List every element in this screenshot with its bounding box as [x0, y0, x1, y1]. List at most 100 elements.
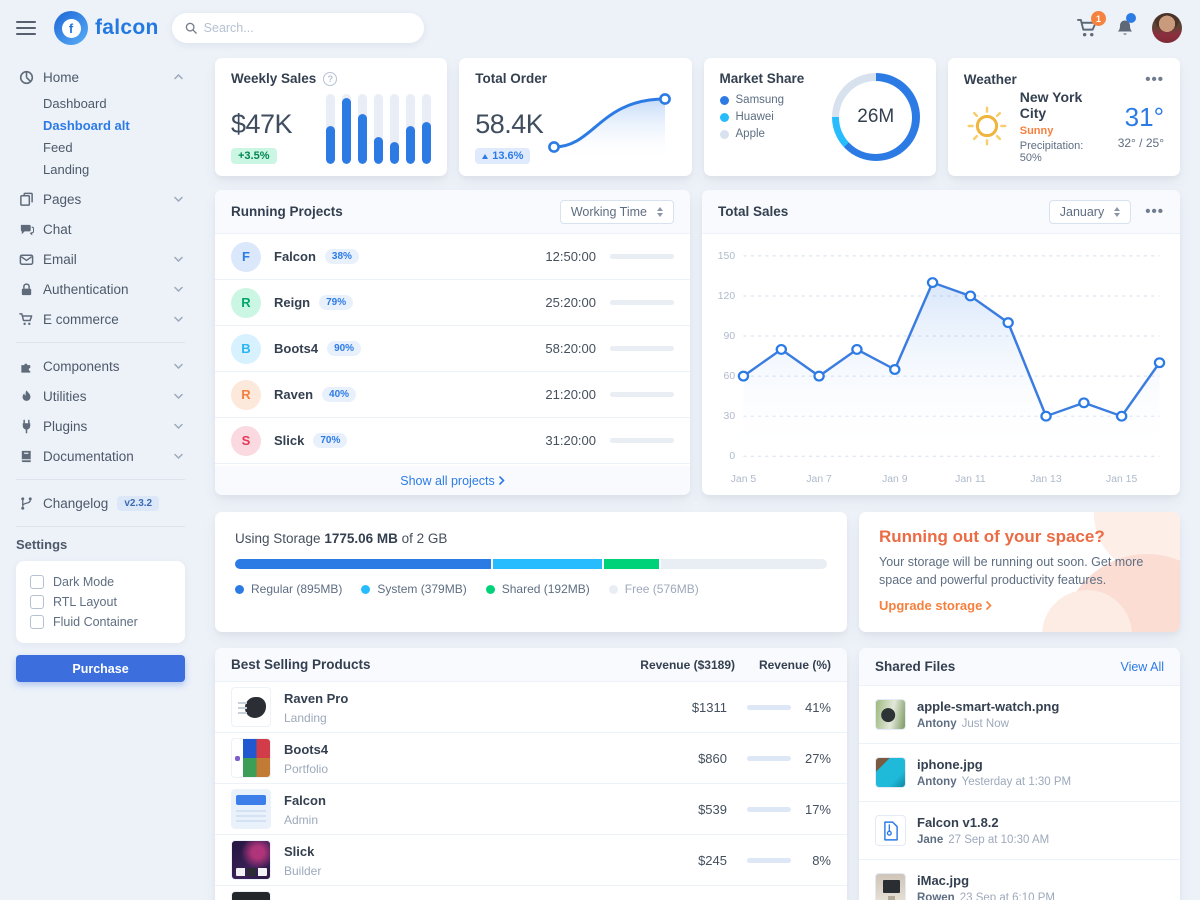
- storage-card: Using Storage 1775.06 MB of 2 GB Regular…: [215, 512, 847, 632]
- project-name[interactable]: Boots4: [274, 341, 318, 356]
- puzzle-icon: [18, 358, 34, 374]
- product-revenue: $860: [649, 751, 727, 766]
- settings-card: Dark Mode RTL Layout Fluid Container: [16, 561, 185, 643]
- ellipsis-menu-icon[interactable]: [1145, 71, 1164, 88]
- product-name[interactable]: Falcon: [284, 793, 326, 808]
- dark-mode-checkbox[interactable]: [30, 575, 44, 589]
- fluid-container-checkbox[interactable]: [30, 615, 44, 629]
- hamburger-menu-icon[interactable]: [16, 21, 36, 35]
- sidebar-item-landing[interactable]: Landing: [43, 158, 185, 180]
- code-branch-icon: [18, 495, 34, 511]
- legend-item-shared: Shared (192MB): [486, 582, 590, 596]
- weather-city: New York City: [1020, 89, 1108, 121]
- sidebar: Home Dashboard Dashboard alt Feed Landin…: [0, 56, 199, 900]
- project-time: 58:20:00: [545, 341, 596, 356]
- project-row-raven: R Raven 40% 21:20:00: [215, 372, 690, 418]
- search-input[interactable]: [204, 21, 411, 35]
- file-name[interactable]: Falcon v1.8.2: [917, 815, 1049, 830]
- file-name[interactable]: iphone.jpg: [917, 757, 1071, 772]
- sidebar-divider: [16, 526, 185, 527]
- rtl-layout-checkbox[interactable]: [30, 595, 44, 609]
- ellipsis-menu-icon[interactable]: [1145, 203, 1164, 220]
- storage-used: 1775.06 MB: [324, 531, 398, 546]
- file-user: Rowen: [917, 892, 955, 900]
- weekly-sales-value: $47K: [231, 109, 292, 140]
- user-avatar[interactable]: [1152, 13, 1182, 43]
- project-name[interactable]: Reign: [274, 295, 310, 310]
- file-name[interactable]: apple-smart-watch.png: [917, 699, 1059, 714]
- sidebar-item-plugins[interactable]: Plugins: [16, 411, 185, 441]
- weather-condition: Sunny: [1020, 125, 1108, 137]
- cart-icon: [18, 311, 34, 327]
- product-percent: 41%: [791, 700, 831, 715]
- sidebar-item-email[interactable]: Email: [16, 244, 185, 274]
- market-share-legend: Samsung Huawei Apple: [720, 94, 805, 140]
- sidebar-item-feed[interactable]: Feed: [43, 136, 185, 158]
- sidebar-item-documentation[interactable]: Documentation: [16, 441, 185, 471]
- product-percent: 27%: [791, 751, 831, 766]
- project-progress: [610, 392, 674, 397]
- file-user: Antony: [917, 776, 957, 788]
- sidebar-item-label: Components: [43, 359, 120, 374]
- revenue-pct-column-header: Revenue (%): [735, 658, 831, 672]
- sidebar-item-pages[interactable]: Pages: [16, 184, 185, 214]
- show-all-projects-link[interactable]: Show all projects: [215, 466, 690, 495]
- sidebar-item-dashboard[interactable]: Dashboard: [43, 92, 185, 114]
- version-badge: v2.3.2: [117, 496, 159, 511]
- search-box[interactable]: [172, 13, 424, 43]
- weekly-sales-bar: [358, 94, 367, 164]
- storage-title: Using Storage 1775.06 MB of 2 GB: [235, 531, 827, 546]
- help-icon[interactable]: [323, 72, 337, 86]
- product-row-falcon: FalconAdmin $539 17%: [215, 784, 847, 835]
- total-order-card: Total Order 58.4K 13.6%: [459, 58, 691, 176]
- storage-segment: [604, 559, 659, 569]
- checkbox-label: Fluid Container: [53, 615, 138, 629]
- card-title: Weather: [964, 72, 1017, 87]
- falcon-dashboard: f falcon 1 Home: [0, 0, 1200, 900]
- brand-logo[interactable]: f falcon: [54, 11, 159, 45]
- product-name[interactable]: Boots4: [284, 742, 328, 757]
- product-name[interactable]: Raven Pro: [284, 691, 348, 706]
- checkbox-label: Dark Mode: [53, 575, 114, 589]
- dark-mode-toggle[interactable]: Dark Mode: [28, 572, 173, 592]
- main-content: Weekly Sales $47K +3.5% Total Order: [199, 56, 1200, 900]
- project-name[interactable]: Falcon: [274, 249, 316, 264]
- purchase-button[interactable]: Purchase: [16, 655, 185, 682]
- file-name[interactable]: iMac.jpg: [917, 873, 1055, 888]
- svg-text:Jan 7: Jan 7: [806, 474, 832, 485]
- cart-button[interactable]: 1: [1077, 18, 1098, 38]
- envelope-icon: [18, 251, 34, 267]
- sidebar-item-utilities[interactable]: Utilities: [16, 381, 185, 411]
- month-select[interactable]: January: [1049, 200, 1131, 224]
- upgrade-storage-link[interactable]: Upgrade storage: [879, 598, 992, 613]
- product-name[interactable]: Slick: [284, 844, 314, 859]
- sidebar-item-components[interactable]: Components: [16, 351, 185, 381]
- weather-card: Weather New York City Sunny: [948, 58, 1180, 176]
- project-avatar: F: [231, 242, 261, 272]
- file-time: 23 Sep at 6:10 PM: [960, 892, 1055, 900]
- sidebar-item-dashboard-alt[interactable]: Dashboard alt: [43, 114, 185, 136]
- working-time-select[interactable]: Working Time: [560, 200, 674, 224]
- product-percent: 8%: [791, 853, 831, 868]
- project-avatar: R: [231, 380, 261, 410]
- view-all-link[interactable]: View All: [1120, 660, 1164, 674]
- file-thumbnail: [875, 873, 906, 900]
- total-order-value: 58.4K: [475, 109, 543, 140]
- total-sales-card: Total Sales January 0306090120150Jan 5Ja…: [702, 190, 1180, 495]
- svg-text:Jan 13: Jan 13: [1030, 474, 1062, 485]
- sun-icon: [964, 103, 1010, 149]
- sidebar-item-changelog[interactable]: Changelog v2.3.2: [16, 488, 185, 518]
- sidebar-item-chat[interactable]: Chat: [16, 214, 185, 244]
- project-row-slick: S Slick 70% 31:20:00: [215, 418, 690, 464]
- rtl-layout-toggle[interactable]: RTL Layout: [28, 592, 173, 612]
- sidebar-item-authentication[interactable]: Authentication: [16, 274, 185, 304]
- fluid-container-toggle[interactable]: Fluid Container: [28, 612, 173, 632]
- project-name[interactable]: Raven: [274, 387, 313, 402]
- sidebar-item-label: Documentation: [43, 449, 134, 464]
- sidebar-item-home[interactable]: Home: [16, 62, 185, 92]
- notifications-button[interactable]: [1115, 18, 1135, 38]
- project-name[interactable]: Slick: [274, 433, 304, 448]
- sidebar-item-ecommerce[interactable]: E commerce: [16, 304, 185, 334]
- running-projects-card: Running Projects Working Time F Falcon 3…: [215, 190, 690, 495]
- sidebar-item-label: Plugins: [43, 419, 87, 434]
